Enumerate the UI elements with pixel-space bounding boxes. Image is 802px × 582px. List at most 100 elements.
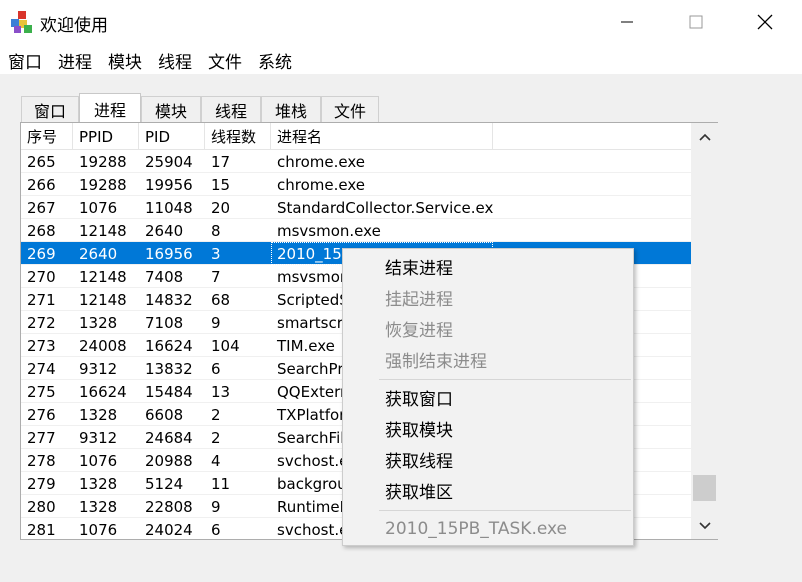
cell-threads: 13 bbox=[211, 382, 231, 401]
scroll-thumb[interactable] bbox=[693, 475, 716, 501]
column-header-ppid[interactable]: PPID bbox=[73, 123, 139, 150]
cell-threads: 7 bbox=[211, 267, 221, 286]
cell-ppid: 9312 bbox=[79, 359, 118, 378]
cell-index: 268 bbox=[27, 221, 56, 240]
menu-process[interactable]: 进程 bbox=[58, 48, 92, 73]
menu-item-process-name: 2010_15PB_TASK.exe bbox=[385, 518, 568, 539]
menu-item-end-process[interactable]: 结束进程 bbox=[343, 252, 633, 281]
column-header-index[interactable]: 序号 bbox=[21, 123, 73, 150]
menu-item-get-module[interactable]: 获取模块 bbox=[343, 414, 633, 443]
maximize-icon bbox=[689, 15, 703, 29]
cell-index: 272 bbox=[27, 313, 56, 332]
minimize-button[interactable] bbox=[604, 0, 650, 44]
menu-item-suspend-process[interactable]: 挂起进程 bbox=[343, 283, 633, 312]
cell-threads: 6 bbox=[211, 520, 221, 539]
cell-ppid: 2640 bbox=[79, 244, 118, 263]
context-menu: 结束进程 挂起进程 恢复进程 强制结束进程 获取窗口 获取模块 获取线程 获取堆… bbox=[342, 248, 634, 546]
cell-pid: 6608 bbox=[145, 405, 184, 424]
cell-ppid: 1076 bbox=[79, 520, 118, 539]
cell-process-name: StandardCollector.Service.exe bbox=[277, 198, 493, 217]
cell-threads: 3 bbox=[211, 244, 221, 263]
cell-ppid: 1076 bbox=[79, 198, 118, 217]
cell-index: 265 bbox=[27, 152, 56, 171]
window-title: 欢迎使用 bbox=[40, 16, 108, 36]
cell-pid: 16956 bbox=[145, 244, 193, 263]
cell-pid: 19956 bbox=[145, 175, 193, 194]
app-blocks-icon bbox=[11, 11, 32, 33]
cell-pid: 24684 bbox=[145, 428, 193, 447]
cell-ppid: 19288 bbox=[79, 152, 127, 171]
table-row[interactable]: 266 19288 19956 15 chrome.exe bbox=[21, 173, 691, 196]
cell-index: 275 bbox=[27, 382, 56, 401]
cell-ppid: 1076 bbox=[79, 451, 118, 470]
tab-thread[interactable]: 线程 bbox=[201, 96, 261, 123]
cell-ppid: 24008 bbox=[79, 336, 127, 355]
table-row[interactable]: 265 19288 25904 17 chrome.exe bbox=[21, 150, 691, 173]
cell-pid: 2640 bbox=[145, 221, 184, 240]
menu-file[interactable]: 文件 bbox=[208, 48, 242, 73]
cell-index: 270 bbox=[27, 267, 56, 286]
menu-separator bbox=[379, 510, 631, 511]
menu-thread[interactable]: 线程 bbox=[158, 48, 192, 73]
cell-ppid: 1328 bbox=[79, 405, 118, 424]
tab-process[interactable]: 进程 bbox=[79, 93, 141, 123]
cell-index: 277 bbox=[27, 428, 56, 447]
tab-file[interactable]: 文件 bbox=[321, 96, 379, 123]
cell-threads: 17 bbox=[211, 152, 231, 171]
cell-pid: 13832 bbox=[145, 359, 193, 378]
cell-index: 274 bbox=[27, 359, 56, 378]
maximize-button[interactable] bbox=[673, 0, 719, 44]
cell-index: 267 bbox=[27, 198, 56, 217]
cell-pid: 7408 bbox=[145, 267, 184, 286]
cell-pid: 16624 bbox=[145, 336, 193, 355]
cell-threads: 9 bbox=[211, 313, 221, 332]
cell-threads: 11 bbox=[211, 474, 231, 493]
menu-item-resume-process[interactable]: 恢复进程 bbox=[343, 314, 633, 343]
cell-pid: 22808 bbox=[145, 497, 193, 516]
menu-window[interactable]: 窗口 bbox=[8, 48, 42, 73]
vertical-scrollbar[interactable] bbox=[691, 123, 718, 539]
cell-threads: 20 bbox=[211, 198, 231, 217]
table-row[interactable]: 268 12148 2640 8 msvsmon.exe bbox=[21, 219, 691, 242]
list-header: 序号 PPID PID 线程数 进程名 bbox=[21, 123, 691, 150]
tab-window[interactable]: 窗口 bbox=[21, 96, 79, 123]
cell-ppid: 12148 bbox=[79, 290, 127, 309]
cell-threads: 104 bbox=[211, 336, 240, 355]
menu-item-get-thread[interactable]: 获取线程 bbox=[343, 445, 633, 474]
column-header-threads[interactable]: 线程数 bbox=[205, 123, 271, 150]
cell-pid: 15484 bbox=[145, 382, 193, 401]
cell-index: 269 bbox=[27, 244, 56, 263]
cell-ppid: 1328 bbox=[79, 497, 118, 516]
cell-pid: 7108 bbox=[145, 313, 184, 332]
cell-threads: 4 bbox=[211, 451, 221, 470]
tab-module[interactable]: 模块 bbox=[141, 96, 201, 123]
cell-index: 276 bbox=[27, 405, 56, 424]
close-button[interactable] bbox=[742, 0, 788, 44]
menu-bar: 窗口 进程 模块 线程 文件 系统 bbox=[0, 44, 802, 74]
close-icon bbox=[757, 14, 773, 30]
scroll-down-button[interactable] bbox=[691, 512, 718, 539]
menu-item-get-heap[interactable]: 获取堆区 bbox=[343, 476, 633, 505]
cell-ppid: 1328 bbox=[79, 313, 118, 332]
cell-pid: 5124 bbox=[145, 474, 184, 493]
cell-pid: 20988 bbox=[145, 451, 193, 470]
menu-module[interactable]: 模块 bbox=[108, 48, 142, 73]
cell-pid: 25904 bbox=[145, 152, 193, 171]
menu-item-force-end-process[interactable]: 强制结束进程 bbox=[343, 345, 633, 374]
column-header-pid[interactable]: PID bbox=[139, 123, 205, 150]
table-row[interactable]: 267 1076 11048 20 StandardCollector.Service.… bbox=[21, 196, 691, 219]
tab-stack[interactable]: 堆栈 bbox=[261, 96, 321, 123]
chevron-up-icon bbox=[698, 133, 711, 141]
title-bar: 欢迎使用 bbox=[0, 0, 802, 44]
cell-process-name: chrome.exe bbox=[277, 175, 365, 194]
chevron-down-icon bbox=[698, 521, 711, 529]
cell-threads: 6 bbox=[211, 359, 221, 378]
cell-pid: 14832 bbox=[145, 290, 193, 309]
cell-index: 281 bbox=[27, 520, 56, 539]
column-header-process-name[interactable]: 进程名 bbox=[271, 123, 493, 150]
cell-threads: 68 bbox=[211, 290, 231, 309]
menu-system[interactable]: 系统 bbox=[258, 48, 292, 73]
menu-item-get-window[interactable]: 获取窗口 bbox=[343, 383, 633, 412]
cell-ppid: 19288 bbox=[79, 175, 127, 194]
scroll-up-button[interactable] bbox=[691, 123, 718, 150]
